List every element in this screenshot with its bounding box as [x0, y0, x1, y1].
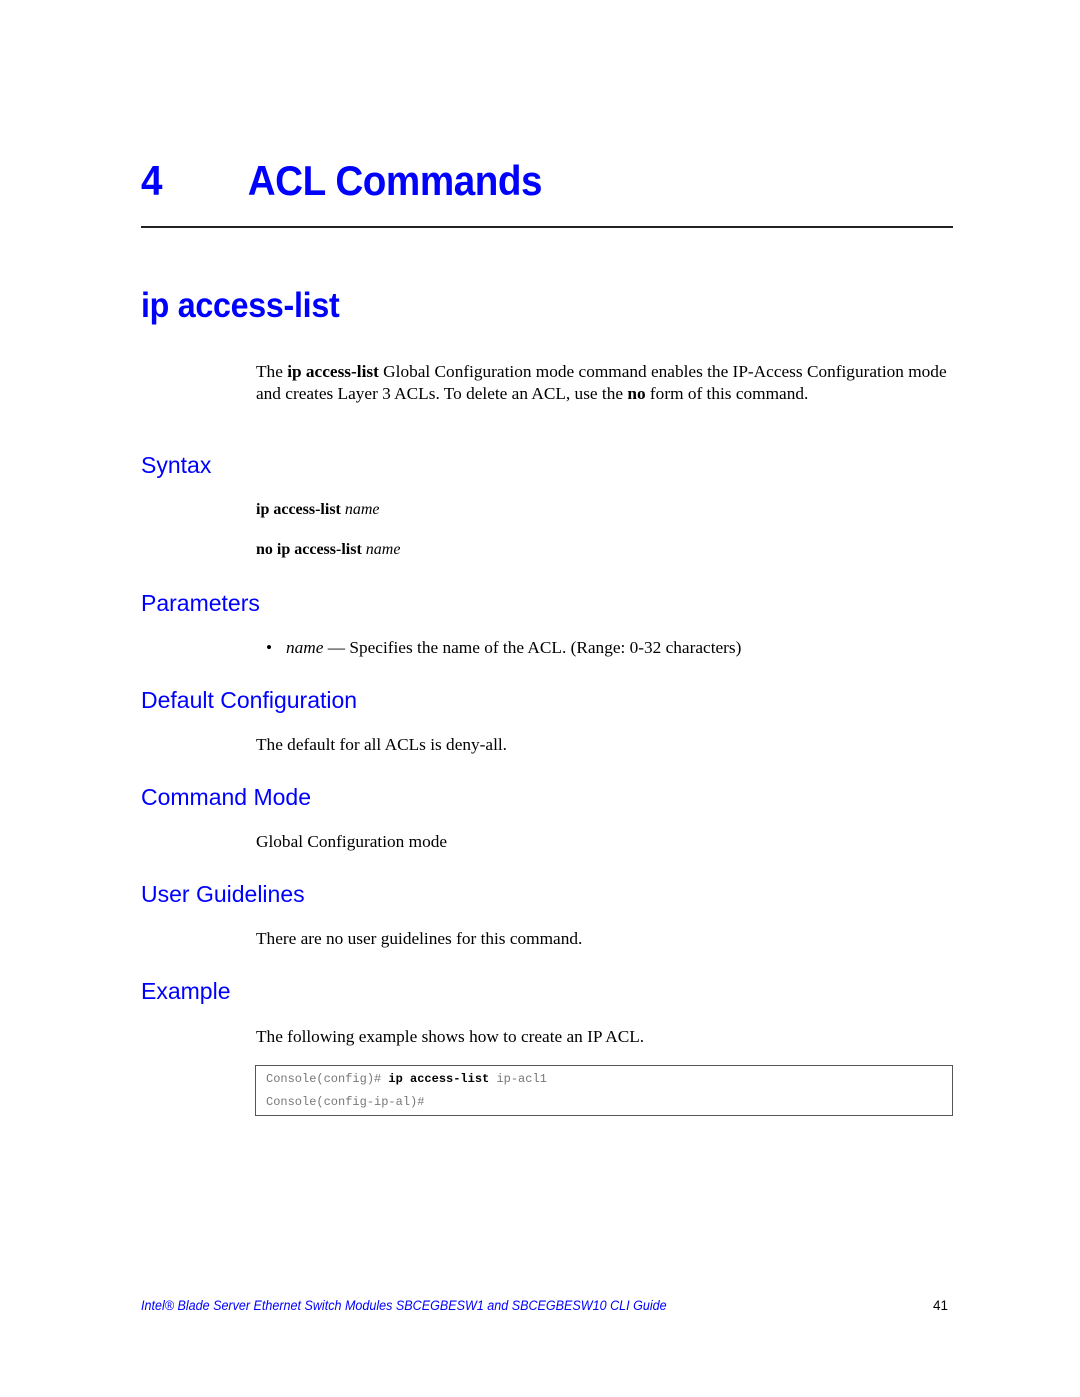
- parameter-item: • name — Specifies the name of the ACL. (…: [266, 638, 742, 657]
- syntax-line: ip access-list name: [256, 502, 380, 518]
- parameter-description: — Specifies the name of the ACL. (Range:…: [323, 638, 742, 657]
- example-heading: Example: [141, 978, 231, 1004]
- command-title: ip access-list: [141, 286, 340, 325]
- command-mode-text: Global Configuration mode: [256, 832, 448, 851]
- parameter-name: name: [286, 638, 324, 657]
- command-description: The ip access-list Global Configuration …: [256, 361, 956, 404]
- description-text: form of this command.: [645, 383, 809, 403]
- description-no-keyword: no: [627, 383, 646, 403]
- chapter-number: 4: [141, 157, 163, 204]
- code-line: Console(config)# ip access-list ip-acl1: [266, 1073, 547, 1085]
- code-command: ip access-list: [388, 1072, 490, 1086]
- command-mode-heading: Command Mode: [141, 784, 312, 810]
- parameters-heading: Parameters: [141, 590, 260, 616]
- code-prompt: Console(config)#: [266, 1072, 389, 1086]
- syntax-command: ip access-list: [256, 501, 341, 518]
- syntax-command: no ip access-list: [256, 541, 362, 558]
- chapter-divider: [141, 226, 953, 228]
- code-prompt: Console(config-ip-al)#: [266, 1095, 425, 1109]
- syntax-heading: Syntax: [141, 452, 212, 478]
- description-command-keyword: ip access-list: [287, 362, 379, 381]
- description-text: The: [256, 362, 288, 381]
- code-argument: ip-acl1: [489, 1072, 547, 1086]
- default-configuration-text: The default for all ACLs is deny-all.: [256, 735, 507, 754]
- page-number: 41: [933, 1298, 949, 1313]
- footer-guide-title: Intel® Blade Server Ethernet Switch Modu…: [141, 1298, 667, 1313]
- example-intro: The following example shows how to creat…: [256, 1027, 645, 1046]
- bullet-icon: •: [266, 638, 273, 657]
- user-guidelines-heading: User Guidelines: [141, 881, 305, 907]
- syntax-argument: name: [344, 501, 380, 518]
- syntax-argument: name: [365, 541, 401, 558]
- code-line: Console(config-ip-al)#: [266, 1096, 424, 1108]
- code-example-box: Console(config)# ip access-list ip-acl1 …: [255, 1065, 953, 1116]
- chapter-title: ACL Commands: [247, 157, 543, 204]
- syntax-line: no ip access-list name: [256, 542, 400, 558]
- chapter-heading: 4 ACL Commands: [141, 157, 543, 204]
- user-guidelines-text: There are no user guidelines for this co…: [256, 929, 583, 948]
- default-configuration-heading: Default Configuration: [141, 687, 358, 713]
